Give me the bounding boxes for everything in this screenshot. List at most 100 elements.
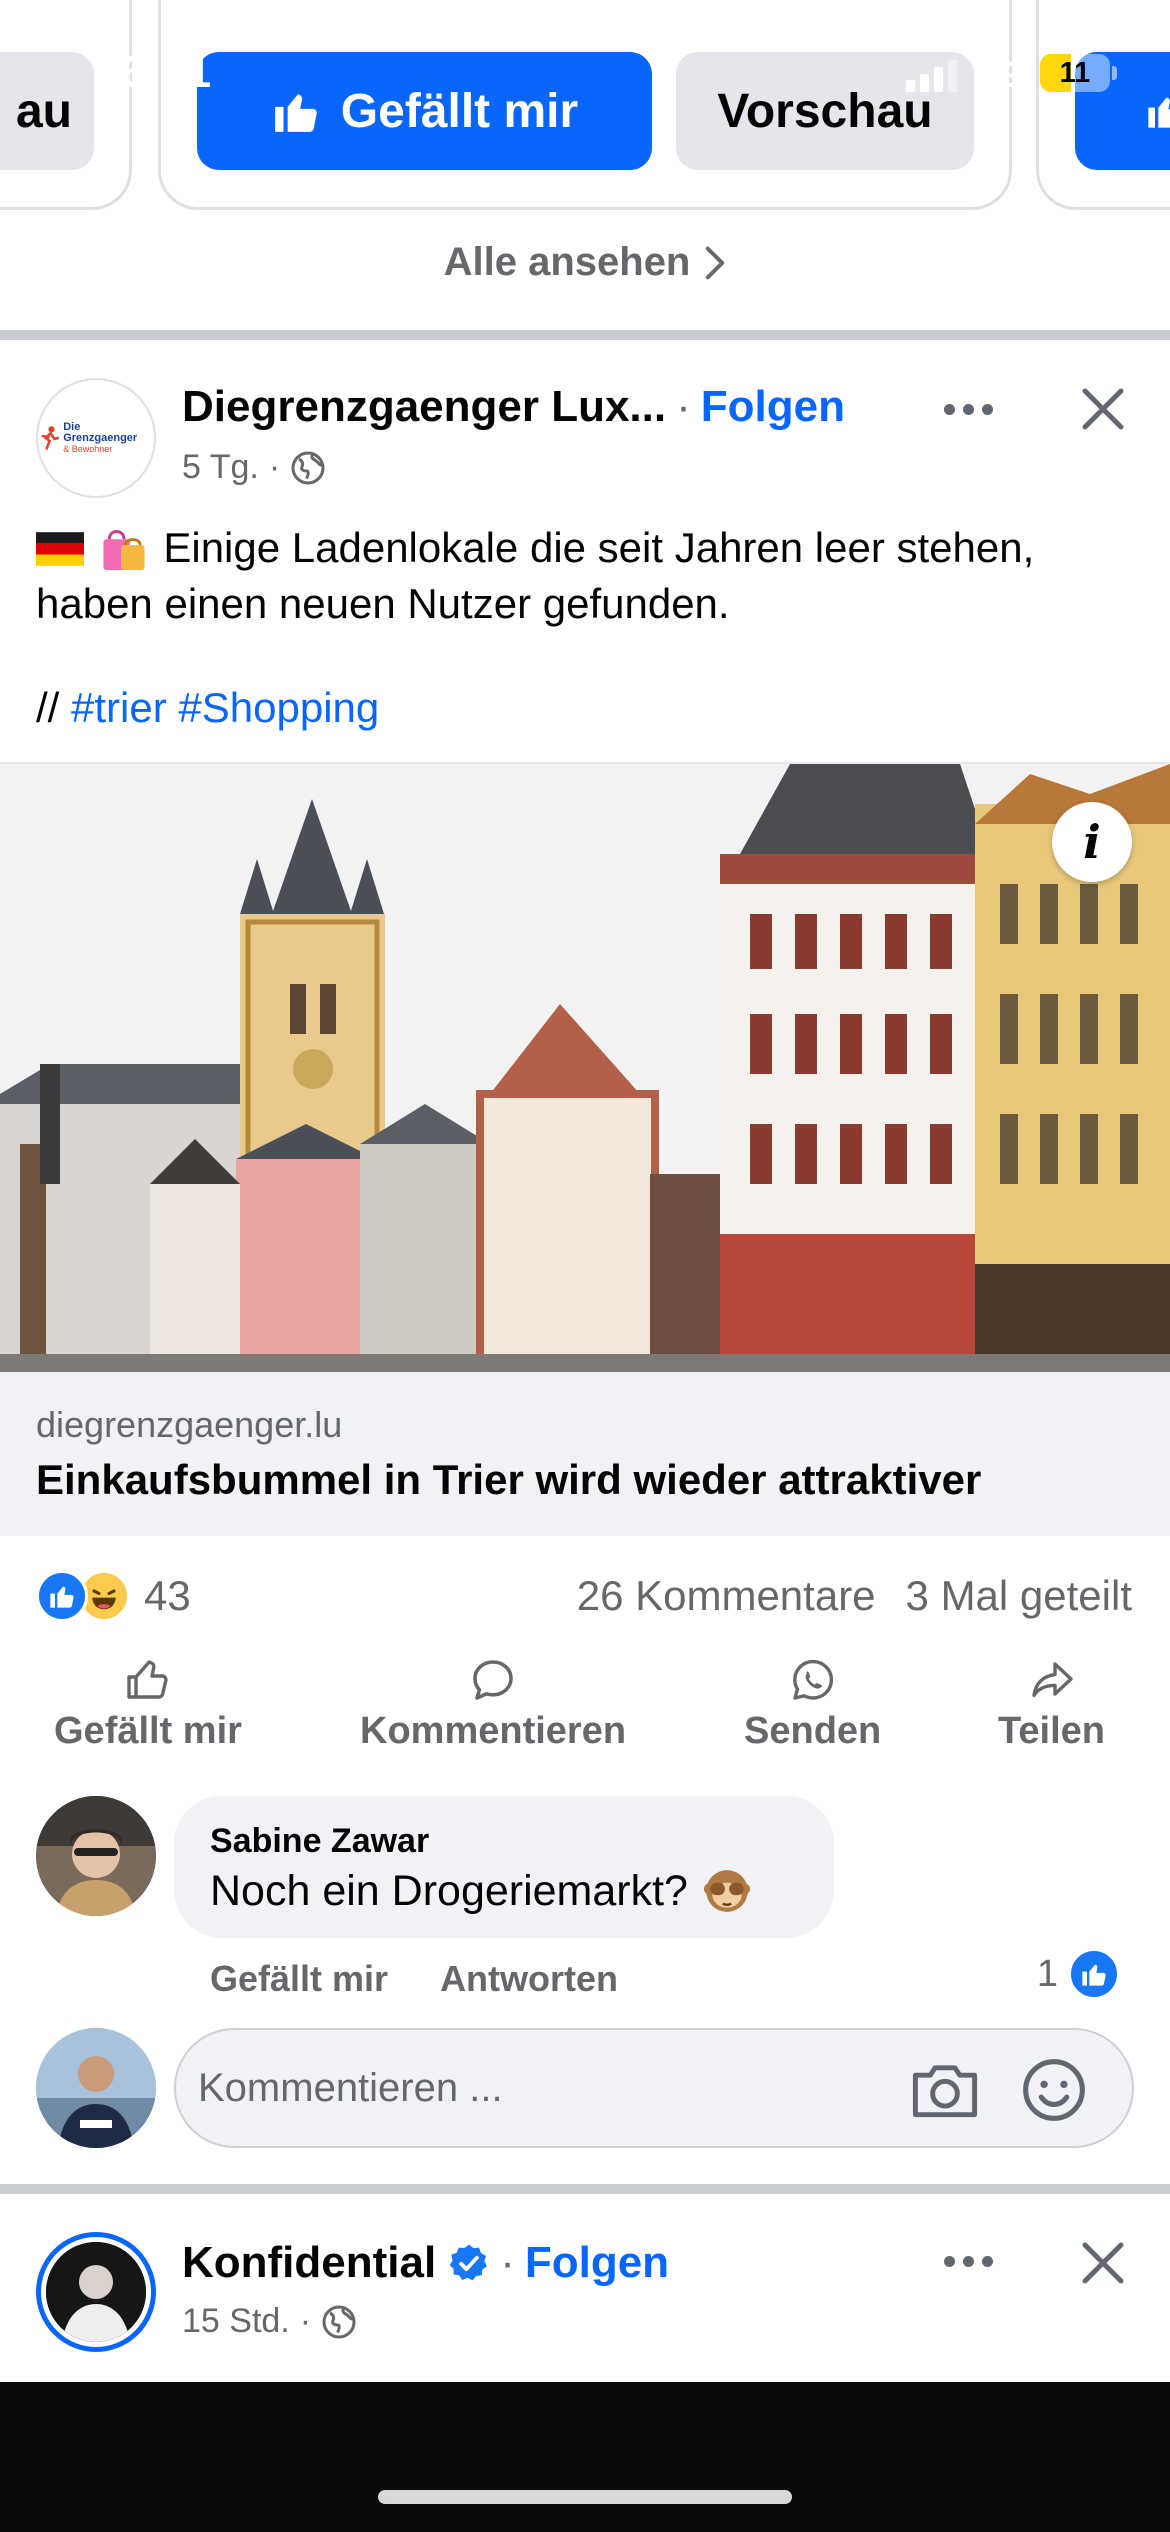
shopping-bags-icon	[103, 530, 145, 570]
info-icon: i	[1083, 815, 1101, 869]
globe-icon	[322, 2305, 356, 2338]
next-page-avatar[interactable]	[36, 2232, 156, 2352]
comment-reply-button[interactable]: Antworten	[440, 1958, 618, 2000]
dot-icon	[982, 2256, 993, 2267]
link-domain: diegrenzgaenger.lu	[36, 1404, 343, 1445]
link-title[interactable]: Einkaufsbummel in Trier wird wieder attr…	[36, 1456, 981, 1504]
verified-badge-icon	[449, 2244, 488, 2281]
logo-line-1: Die Grenzgaenger	[63, 420, 138, 445]
next-post-meta: 15 Std. ·	[182, 2302, 357, 2341]
page-logo-text: Die Grenzgaenger & Bewohner	[63, 420, 154, 455]
link-preview-box[interactable]	[0, 1372, 1170, 1536]
chevron-right-icon	[706, 246, 725, 279]
post-stats: 26 Kommentare 3 Mal geteilt	[577, 1572, 1132, 1620]
follow-button[interactable]: Folgen	[701, 382, 845, 432]
comment-input[interactable]	[198, 2030, 838, 2146]
thumbs-up-icon	[1148, 97, 1170, 128]
comment-likes[interactable]: 1	[1037, 1948, 1120, 2000]
hashtag-trier[interactable]: #trier	[71, 684, 167, 731]
carousel-left-button-label: au	[15, 84, 72, 138]
camera-icon[interactable]	[908, 2060, 982, 2120]
thumbs-up-outline-icon	[127, 1660, 168, 1699]
like-button-label: Gefällt mir	[54, 1710, 242, 1752]
comment-body: Noch ein Drogeriemarkt?	[210, 1866, 688, 1915]
comments-count[interactable]: 26 Kommentare	[577, 1572, 876, 1620]
next-post-header: Konfidential · Folgen	[182, 2238, 669, 2288]
page-avatar[interactable]: Die Grenzgaenger & Bewohner	[36, 378, 156, 498]
hashtag-shopping[interactable]: #Shopping	[178, 684, 379, 731]
close-icon[interactable]	[1076, 382, 1130, 436]
hashtag-line: // #trier #Shopping	[36, 684, 379, 732]
commenter-photo	[36, 1796, 156, 1916]
like-reaction-icon	[1068, 1948, 1120, 2000]
page-name[interactable]: Diegrenzgaenger Lux...	[182, 382, 666, 432]
post-body-text: Einige Ladenlokale die seit Jahren leer …	[36, 524, 1035, 627]
share-button-label: Teilen	[998, 1710, 1105, 1752]
carousel-like-button[interactable]: Gefällt mir	[197, 52, 652, 170]
comment-likes-count: 1	[1036, 1952, 1058, 1995]
meta-separator: ·	[268, 448, 281, 486]
post-action-bar: Gefällt mir Kommentieren Senden Teilen	[0, 1656, 1170, 1766]
comment-actions: Gefällt mir Antworten	[210, 1958, 618, 2000]
comment-bubble-icon	[473, 1660, 513, 1700]
like-button[interactable]: Gefällt mir	[54, 1656, 242, 1753]
post-text: Einige Ladenlokale die seit Jahren leer …	[36, 520, 1146, 632]
reaction-summary[interactable]: 43	[36, 1570, 191, 1622]
hashtag-prefix: //	[36, 684, 60, 731]
next-more-options-button[interactable]	[944, 2256, 993, 2267]
post-meta: 5 Tg. ·	[182, 448, 326, 487]
dot-icon	[944, 2256, 955, 2267]
feed-divider	[0, 2184, 1170, 2194]
see-all-label: Alle ansehen	[443, 240, 691, 284]
carousel-right-like-button[interactable]	[1075, 52, 1170, 170]
trier-market-square-illustration	[0, 764, 1170, 1372]
comment-button-label: Kommentieren	[360, 1710, 627, 1752]
next-page-photo	[46, 2242, 146, 2342]
close-icon[interactable]	[1076, 2236, 1130, 2290]
shares-count[interactable]: 3 Mal geteilt	[906, 1572, 1132, 1620]
bottom-bar	[0, 2382, 1170, 2532]
reactions-count: 43	[144, 1572, 191, 1619]
link-preview-image[interactable]	[0, 762, 1170, 1372]
comment-author[interactable]: Sabine Zawar	[210, 1822, 429, 1861]
next-post-time[interactable]: 15 Std.	[182, 2302, 290, 2341]
status-time: 16:41	[96, 46, 212, 97]
thumbs-up-icon	[274, 94, 317, 132]
home-indicator[interactable]	[378, 2490, 792, 2504]
info-button[interactable]: i	[1052, 802, 1132, 882]
next-header-separator: ·	[500, 2238, 515, 2287]
see-all-link[interactable]: Alle ansehen	[0, 240, 1170, 285]
dot-icon	[963, 2256, 974, 2267]
commenter-avatar[interactable]	[36, 1796, 156, 1916]
next-page-photo-svg	[46, 2242, 146, 2342]
user-avatar[interactable]	[36, 2028, 156, 2148]
dot-icon	[982, 404, 993, 415]
share-arrow-icon	[1031, 1662, 1073, 1698]
carousel-like-label: Gefällt mir	[340, 84, 579, 138]
next-page-name[interactable]: Konfidential	[182, 2238, 436, 2288]
comment-input-container	[174, 2028, 1134, 2148]
post-time[interactable]: 5 Tg.	[182, 448, 259, 487]
globe-icon	[291, 451, 325, 484]
carousel-left-button[interactable]: au	[0, 52, 94, 170]
carousel-preview-label: Vorschau	[717, 84, 933, 138]
more-options-button[interactable]	[944, 404, 993, 415]
comment-button[interactable]: Kommentieren	[360, 1656, 626, 1753]
emoji-icon[interactable]	[1020, 2056, 1088, 2124]
see-no-evil-monkey-icon	[703, 1870, 751, 1912]
feed-divider	[0, 330, 1170, 340]
like-reaction-icon	[36, 1570, 88, 1622]
header-separator: ·	[676, 382, 691, 431]
comment-like-button[interactable]: Gefällt mir	[210, 1958, 388, 2000]
share-button[interactable]: Teilen	[998, 1656, 1105, 1753]
german-flag-icon	[36, 532, 84, 566]
carousel-preview-button[interactable]: Vorschau	[676, 52, 974, 170]
comment-text: Noch ein Drogeriemarkt?	[210, 1866, 752, 1916]
next-follow-button[interactable]: Folgen	[525, 2238, 669, 2288]
send-button[interactable]: Senden	[744, 1656, 881, 1753]
dot-icon	[963, 404, 974, 415]
send-button-label: Senden	[744, 1710, 882, 1752]
post-header: Diegrenzgaenger Lux... · Folgen	[182, 382, 845, 432]
whatsapp-icon	[792, 1659, 833, 1700]
dot-icon	[944, 404, 955, 415]
